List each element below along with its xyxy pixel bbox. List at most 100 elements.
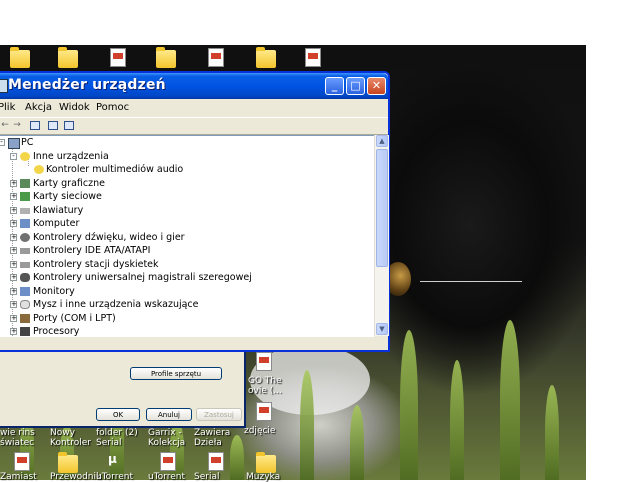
desktop-icon-label: Garrix -: [148, 428, 182, 438]
file-icon[interactable]: [256, 352, 272, 371]
expand-icon[interactable]: +: [10, 206, 17, 214]
desktop-icon-label: Muzyka: [246, 472, 281, 482]
desktop-icon-label: Przewodnik: [50, 472, 102, 482]
menu-bar: Plik Akcja Widok Pomoc: [0, 99, 388, 117]
system-properties-dialog: Profile sprzętu OK Anuluj Zastosuj: [0, 340, 246, 428]
expand-icon[interactable]: +: [10, 301, 17, 308]
device-manager-icon: [0, 79, 8, 93]
tree-item-label: Monitory: [33, 285, 75, 297]
file-icon[interactable]: [208, 452, 224, 471]
mouse-icon: [20, 300, 30, 309]
maximize-button[interactable]: □: [346, 77, 365, 95]
tree-item-label: Komputer: [33, 218, 80, 229]
folder-icon[interactable]: [10, 47, 30, 68]
cancel-button[interactable]: Anuluj: [146, 408, 192, 421]
file-icon[interactable]: [305, 48, 321, 67]
expand-icon[interactable]: +: [10, 179, 17, 187]
file-icon[interactable]: [160, 452, 176, 471]
file-icon[interactable]: [208, 48, 224, 67]
expand-icon[interactable]: +: [10, 328, 17, 335]
grass-blade: [400, 330, 418, 480]
forward-arrow-icon[interactable]: →: [12, 121, 22, 130]
monitor-icon: [20, 286, 30, 296]
collapse-icon[interactable]: -: [0, 139, 5, 146]
desktop-icon-label: uTorrent: [96, 472, 133, 482]
ok-button[interactable]: OK: [96, 408, 140, 421]
properties-icon[interactable]: [48, 121, 58, 130]
grass-blade: [350, 405, 364, 480]
expand-icon[interactable]: +: [10, 274, 17, 281]
back-arrow-icon[interactable]: ←: [0, 121, 10, 130]
desktop-icon-label: Dzieła: [194, 438, 222, 448]
file-icon[interactable]: [256, 402, 272, 421]
grass-blade: [300, 370, 314, 480]
computer-icon: [20, 219, 30, 228]
folder-icon[interactable]: [256, 452, 276, 473]
scroll-thumb[interactable]: [376, 149, 388, 267]
folder-icon[interactable]: [58, 452, 78, 473]
utorrent-icon[interactable]: µ: [108, 452, 128, 470]
tree-item-label: Mysz i inne urządzenia wskazujące: [33, 299, 199, 310]
floppy-controller-icon: [20, 261, 30, 268]
menu-help[interactable]: Pomoc: [96, 99, 129, 117]
tree-item-label: Procesory: [33, 326, 80, 337]
menu-view[interactable]: Widok: [59, 99, 90, 117]
desktop-icon-label: Serial: [194, 472, 220, 482]
device-tree: - PC - Inne urządzenia Kontroler multime…: [0, 135, 374, 337]
tree-item-label: Karty sieciowe: [33, 191, 102, 202]
expand-icon[interactable]: +: [10, 220, 17, 227]
desktop-icon-label: Kolekcja: [148, 438, 186, 448]
collapse-icon[interactable]: -: [10, 152, 17, 160]
desktop-icon-label: Nowy: [50, 428, 75, 438]
title-bar[interactable]: Menedżer urządzeń _ □ ✕: [0, 73, 388, 99]
grass-blade: [500, 320, 520, 480]
menu-action[interactable]: Akcja: [25, 99, 52, 117]
expand-icon[interactable]: +: [10, 247, 17, 254]
grass-blade: [450, 360, 464, 480]
apply-button: Zastosuj: [196, 408, 242, 421]
network-adapter-icon: [20, 192, 30, 201]
tree-item-label: Kontrolery stacji dyskietek: [33, 258, 159, 270]
expand-icon[interactable]: +: [10, 233, 17, 241]
desktop-icon-label: wie rins: [0, 428, 35, 438]
menu-file[interactable]: Plik: [0, 99, 15, 117]
grass-blade: [545, 385, 559, 480]
expand-icon[interactable]: +: [10, 287, 17, 295]
expand-icon[interactable]: +: [10, 314, 17, 322]
desktop-icon-label: światec: [0, 438, 35, 448]
folder-icon[interactable]: [156, 47, 176, 68]
folder-icon[interactable]: [256, 47, 276, 68]
tree-item-label: Kontrolery IDE ATA/ATAPI: [33, 245, 151, 256]
tree-view-icon[interactable]: [30, 121, 40, 130]
tree-item-label: Karty graficzne: [33, 177, 105, 189]
desktop-icon-label: ovie (...: [248, 386, 282, 396]
hardware-profiles-button[interactable]: Profile sprzętu: [130, 367, 222, 380]
expand-icon[interactable]: +: [10, 193, 17, 200]
desktop-icon-label: GO The: [248, 376, 282, 386]
warning-icon: [20, 151, 30, 161]
display-adapter-icon: [20, 178, 30, 188]
scroll-up-icon[interactable]: ▲: [376, 135, 388, 147]
device-manager-window: Menedżer urządzeń _ □ ✕ Plik Akcja Widok…: [0, 71, 390, 352]
desktop-icon-label: uTorrent: [148, 472, 185, 482]
help-icon[interactable]: [64, 121, 74, 130]
desktop-icon-label: folder (2): [96, 428, 138, 438]
warning-device-icon: [34, 165, 44, 174]
keyboard-icon: [20, 207, 30, 214]
toolbar: ← →: [0, 117, 388, 135]
file-icon[interactable]: [14, 452, 30, 471]
close-button[interactable]: ✕: [367, 77, 386, 95]
tree-item-label: Inne urządzenia: [33, 150, 109, 162]
vertical-scrollbar[interactable]: ▲ ▼: [374, 135, 389, 336]
folder-icon[interactable]: [58, 47, 78, 68]
grass-blade: [230, 435, 244, 480]
usb-icon: [20, 273, 30, 282]
scroll-down-icon[interactable]: ▼: [376, 323, 388, 335]
file-icon[interactable]: [110, 48, 126, 67]
tree-item-label: Klawiatury: [33, 204, 84, 216]
computer-icon: [8, 138, 20, 149]
ide-controller-icon: [20, 248, 30, 254]
expand-icon[interactable]: +: [10, 260, 17, 268]
minimize-button[interactable]: _: [325, 77, 344, 95]
desktop-icon-label: Kontroler: [50, 438, 91, 448]
